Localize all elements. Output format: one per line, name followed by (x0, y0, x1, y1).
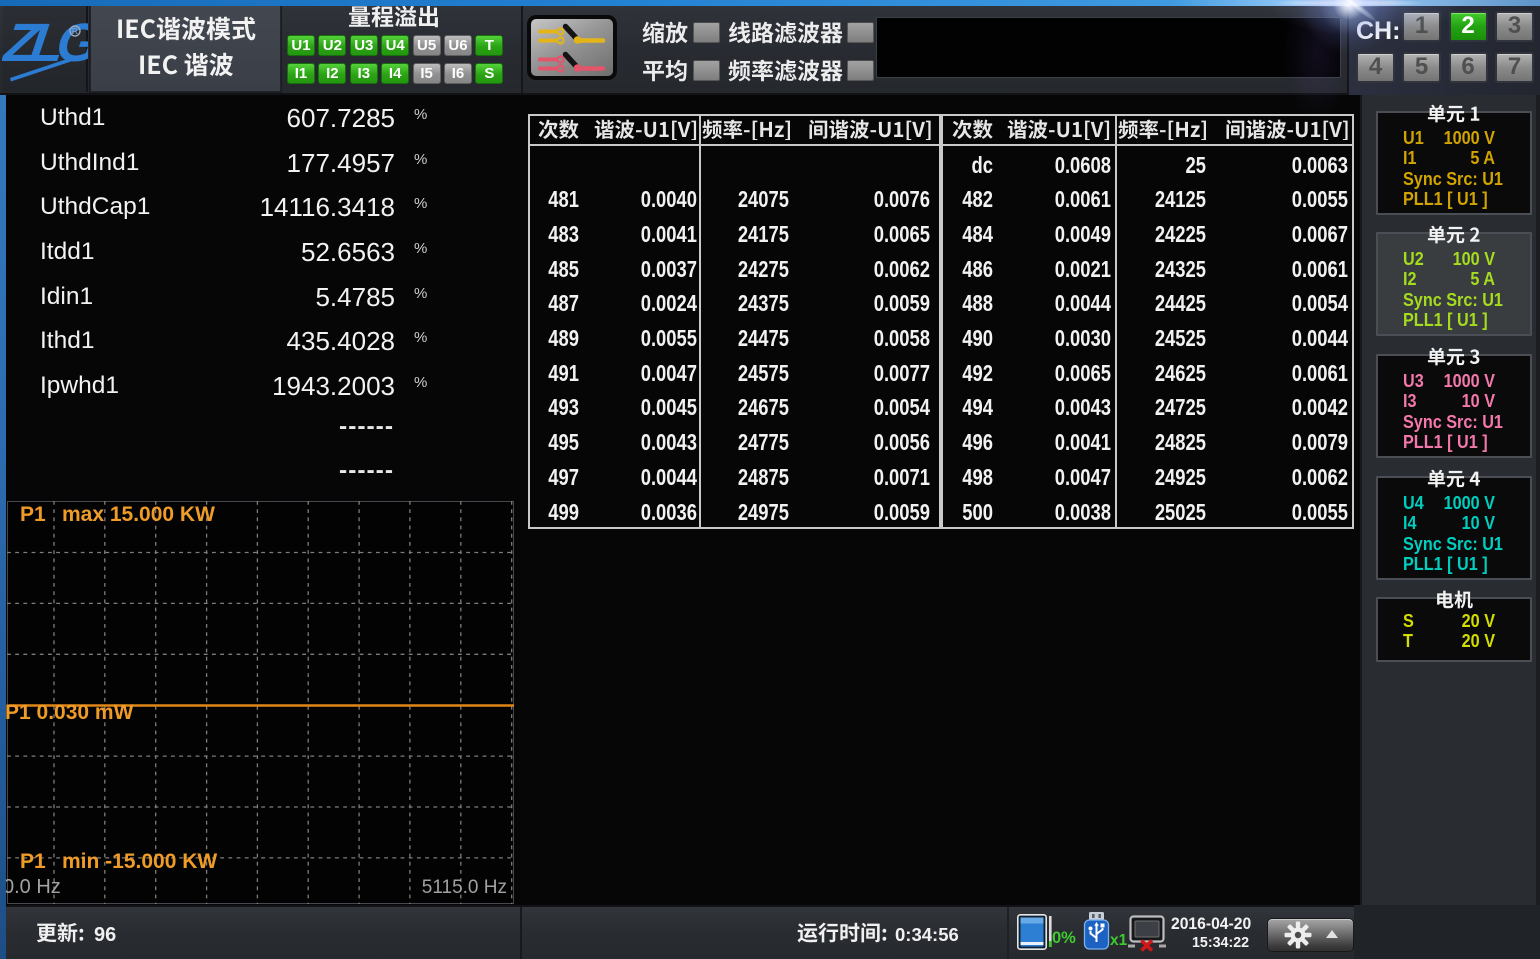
svg-text:R: R (72, 26, 78, 36)
